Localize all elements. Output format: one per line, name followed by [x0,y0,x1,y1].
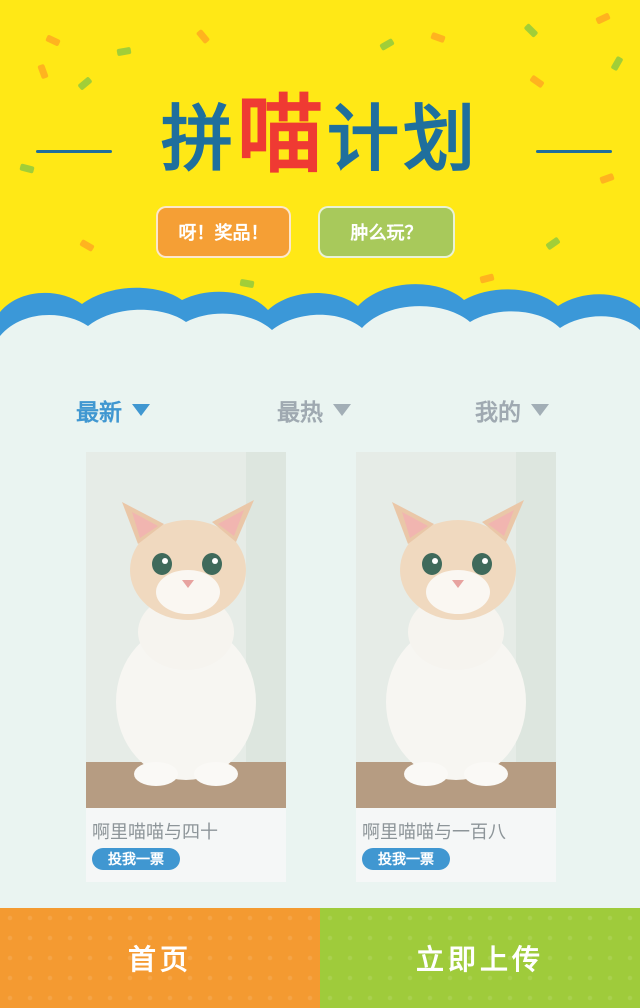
cat-photo[interactable] [86,452,286,808]
entry-caption: 啊里喵喵与四十 [92,822,218,843]
confetti-decoration [595,12,611,25]
caret-down-icon [333,404,351,416]
entry-caption: 啊里喵喵与一百八 [362,822,506,843]
home-button[interactable]: 首页 [0,908,320,1008]
confetti-decoration [37,63,49,80]
title-part-pin: 拼 [160,97,237,181]
confetti-decoration [529,74,545,89]
tab-label: 最新 [76,400,122,426]
caret-down-icon [531,404,549,416]
confetti-decoration [45,34,61,47]
confetti-decoration [430,31,446,44]
confetti-decoration [379,37,395,52]
vote-button[interactable]: 投我一票 [92,848,180,870]
title-part-miao: 喵 [237,85,327,185]
tab-hottest[interactable]: 最热 [277,392,351,428]
entry-card[interactable]: 啊里喵喵与一百八 投我一票 [356,452,556,882]
kitten-illustration [86,452,286,808]
tab-latest[interactable]: 最新 [76,392,150,428]
tab-mine[interactable]: 我的 [475,392,549,428]
confetti-decoration [610,55,624,72]
confetti-decoration [116,46,132,57]
tab-label: 我的 [475,400,521,426]
confetti-decoration [545,236,561,251]
how-to-play-button[interactable]: 肿么玩？ [318,206,455,258]
title-part-plan: 计划 [327,97,480,181]
upload-button[interactable]: 立即上传 [320,908,640,1008]
confetti-decoration [195,28,211,45]
kitten-illustration [356,452,556,808]
prize-button[interactable]: 呀！奖品！ [156,206,291,258]
caret-down-icon [132,404,150,416]
cat-photo[interactable] [356,452,556,808]
confetti-decoration [79,238,95,253]
tab-label: 最热 [277,400,323,426]
filter-tabs: 最新 最热 我的 [0,392,640,428]
bottom-nav: 首页 立即上传 [0,908,640,1008]
page-title: 拼喵计划 [0,92,640,178]
confetti-decoration [523,23,539,38]
cloud-divider [0,284,640,380]
vote-button[interactable]: 投我一票 [362,848,450,870]
confetti-decoration [77,76,93,91]
entry-card[interactable]: 啊里喵喵与四十 投我一票 [86,452,286,882]
